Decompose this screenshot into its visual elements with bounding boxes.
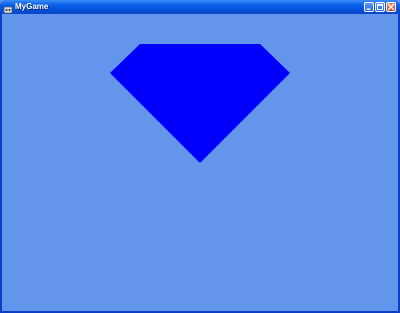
- maximize-icon: [377, 4, 383, 10]
- game-canvas[interactable]: [2, 14, 398, 311]
- window-title: MyGame: [15, 2, 49, 11]
- maximize-button[interactable]: [375, 2, 385, 12]
- minimize-icon: [366, 8, 371, 10]
- minimize-button[interactable]: [364, 2, 374, 12]
- game-window: MyGame: [0, 0, 400, 313]
- app-icon[interactable]: [3, 2, 13, 14]
- game-scene: [110, 44, 290, 163]
- close-button[interactable]: [386, 2, 396, 12]
- blue-diamond-shape: [110, 44, 290, 163]
- title-bar[interactable]: MyGame: [0, 0, 400, 14]
- close-icon: [387, 3, 395, 11]
